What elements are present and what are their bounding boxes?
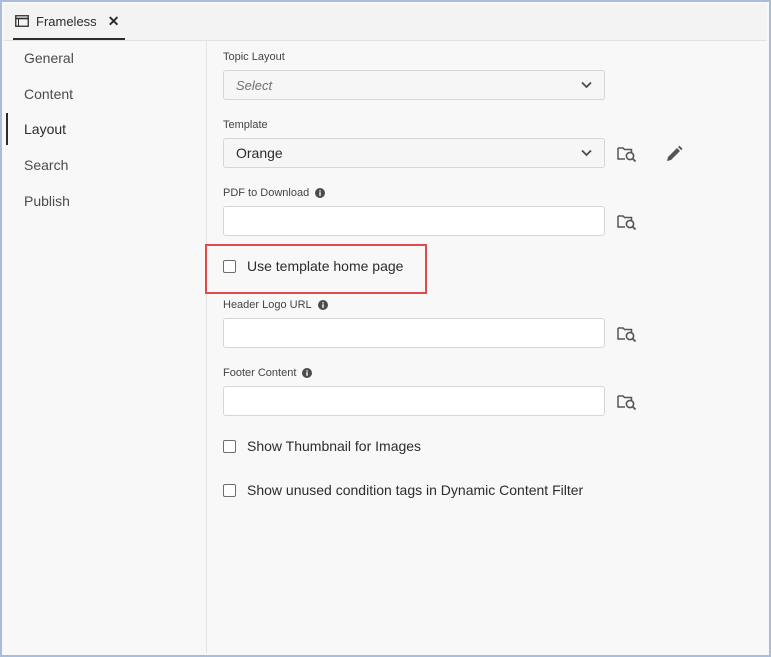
info-icon[interactable] bbox=[315, 188, 326, 198]
show-unused-tags-checkbox-row[interactable]: Show unused condition tags in Dynamic Co… bbox=[223, 482, 583, 498]
sidebar-item-label: General bbox=[24, 50, 74, 66]
use-template-home-label: Use template home page bbox=[247, 258, 404, 274]
sidebar-item-label: Layout bbox=[24, 121, 67, 137]
topic-layout-placeholder: Select bbox=[236, 77, 273, 93]
sidebar-item-label: Publish bbox=[24, 193, 70, 209]
template-value: Orange bbox=[236, 145, 283, 161]
sidebar-item-search[interactable]: Search bbox=[4, 149, 206, 181]
tab-title: Frameless bbox=[36, 13, 97, 29]
footer-content-field[interactable] bbox=[223, 386, 605, 416]
topic-layout-select[interactable]: Select bbox=[223, 70, 605, 100]
browse-folder-icon[interactable] bbox=[617, 393, 637, 411]
header-logo-field[interactable] bbox=[223, 318, 605, 348]
header-logo-input[interactable] bbox=[224, 319, 604, 347]
template-select[interactable]: Orange bbox=[223, 138, 605, 168]
template-label-text: Template bbox=[223, 119, 268, 131]
footer-content-label: Footer Content bbox=[223, 367, 313, 379]
app-frame: Frameless ✕ General Content Layout Searc… bbox=[0, 0, 771, 657]
pdf-download-label-text: PDF to Download bbox=[223, 187, 310, 199]
checkbox[interactable] bbox=[223, 439, 236, 453]
header-logo-label: Header Logo URL bbox=[223, 299, 328, 311]
sidebar-item-label: Search bbox=[24, 157, 69, 173]
browse-folder-icon[interactable] bbox=[617, 213, 637, 231]
sidebar-item-general[interactable]: General bbox=[4, 42, 206, 74]
show-unused-tags-label: Show unused condition tags in Dynamic Co… bbox=[247, 482, 584, 498]
sidebar-item-content[interactable]: Content bbox=[4, 78, 206, 110]
pdf-download-input[interactable] bbox=[224, 207, 604, 235]
show-thumbnail-label: Show Thumbnail for Images bbox=[247, 438, 422, 454]
browse-folder-icon[interactable] bbox=[617, 145, 637, 163]
window-icon bbox=[15, 15, 29, 27]
pdf-download-field[interactable] bbox=[223, 206, 605, 236]
sidebar-item-label: Content bbox=[24, 86, 74, 102]
tab-bar: Frameless ✕ bbox=[4, 4, 767, 41]
sidebar-item-layout[interactable]: Layout bbox=[4, 113, 206, 145]
topic-layout-label: Topic Layout bbox=[223, 51, 285, 63]
sidebar: General Content Layout Search Publish bbox=[4, 41, 207, 653]
edit-pencil-icon[interactable] bbox=[665, 145, 683, 163]
browse-folder-icon[interactable] bbox=[617, 325, 637, 343]
chevron-down-icon bbox=[581, 81, 592, 89]
pdf-download-label: PDF to Download bbox=[223, 187, 326, 199]
tab-frameless[interactable]: Frameless ✕ bbox=[13, 4, 125, 40]
template-label: Template bbox=[223, 119, 268, 131]
show-thumbnail-checkbox-row[interactable]: Show Thumbnail for Images bbox=[223, 438, 421, 454]
footer-content-input[interactable] bbox=[224, 387, 604, 415]
checkbox[interactable] bbox=[223, 259, 236, 273]
chevron-down-icon bbox=[581, 149, 592, 157]
topic-layout-label-text: Topic Layout bbox=[223, 51, 285, 63]
use-template-home-checkbox-row[interactable]: Use template home page bbox=[223, 258, 403, 274]
info-icon[interactable] bbox=[302, 368, 313, 378]
info-icon[interactable] bbox=[317, 300, 328, 310]
sidebar-item-publish[interactable]: Publish bbox=[4, 185, 206, 217]
layout-panel: Topic Layout Select Template Orange PDF … bbox=[205, 41, 767, 653]
header-logo-label-text: Header Logo URL bbox=[223, 299, 312, 311]
checkbox[interactable] bbox=[223, 483, 236, 497]
close-icon[interactable]: ✕ bbox=[108, 14, 120, 28]
footer-content-label-text: Footer Content bbox=[223, 367, 297, 379]
